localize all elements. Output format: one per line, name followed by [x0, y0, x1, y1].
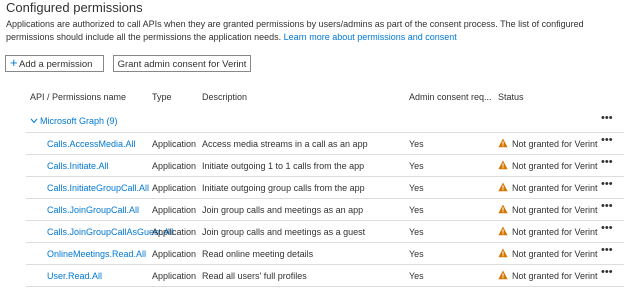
row-divider [26, 286, 624, 287]
admin-consent-required: Yes [409, 227, 424, 237]
permission-type: Application [152, 183, 197, 193]
permission-type: Application [152, 205, 197, 215]
warning-icon [498, 248, 508, 258]
more-options-icon[interactable]: ••• [601, 134, 613, 146]
table-row[interactable]: Calls.InitiateGroupCall.All Application In… [0, 177, 624, 198]
section-title: Configured permissions [6, 0, 143, 15]
status-text: Not granted for Verint [512, 183, 598, 193]
column-header-api[interactable]: API / Permissions name [30, 92, 126, 102]
warning-icon [498, 226, 508, 236]
more-options-icon[interactable]: ••• [601, 156, 613, 168]
permission-description: Access media streams in a call as an app [202, 139, 368, 149]
permission-name-link[interactable]: Calls.JoinGroupCall.All [47, 205, 139, 215]
permission-type: Application [152, 249, 197, 259]
column-header-status[interactable]: Status [498, 92, 524, 102]
table-row[interactable]: Calls.JoinGroupCall.All Application Join g… [0, 199, 624, 220]
permission-type: Application [152, 227, 197, 237]
warning-icon [498, 204, 508, 214]
permission-type: Application [152, 271, 197, 281]
permission-type: Application [152, 161, 197, 171]
table-row[interactable]: Calls.JoinGroupCallAsGuest.All Applicatio… [0, 221, 624, 242]
status-text: Not granted for Verint [512, 249, 598, 259]
plus-icon: + [10, 55, 18, 70]
chevron-down-icon [30, 116, 38, 126]
permission-name-link[interactable]: OnlineMeetings.Read.All [47, 249, 146, 259]
more-options-icon[interactable]: ••• [601, 244, 613, 256]
permission-name-link[interactable]: Calls.InitiateGroupCall.All [47, 183, 149, 193]
warning-icon [498, 160, 508, 170]
table-row[interactable]: Calls.Initiate.All Application Initiate ou… [0, 155, 624, 176]
add-permission-label: Add a permission [19, 59, 93, 70]
admin-consent-required: Yes [409, 161, 424, 171]
group-label: Microsoft Graph (9) [40, 116, 118, 126]
admin-consent-required: Yes [409, 139, 424, 149]
add-permission-button[interactable]: + Add a permission [5, 55, 104, 72]
more-options-icon[interactable]: ••• [601, 266, 613, 278]
table-row[interactable]: User.Read.All Application Read all users' … [0, 265, 624, 286]
warning-icon [498, 270, 508, 280]
more-options-icon[interactable]: ••• [601, 178, 613, 190]
permission-description: Join group calls and meetings as an app [202, 205, 364, 215]
admin-consent-required: Yes [409, 249, 424, 259]
admin-consent-required: Yes [409, 205, 424, 215]
status-text: Not granted for Verint [512, 271, 598, 281]
group-more-options-icon[interactable]: ••• [601, 112, 613, 124]
permission-name-link[interactable]: Calls.Initiate.All [47, 161, 109, 171]
permission-description: Initiate outgoing 1 to 1 calls from the … [202, 161, 365, 171]
learn-more-link[interactable]: Learn more about permissions and consent [284, 32, 457, 42]
status-text: Not granted for Verint [512, 205, 598, 215]
permission-description: Read online meeting details [202, 249, 314, 259]
column-header-type[interactable]: Type [152, 92, 172, 102]
more-options-icon[interactable]: ••• [601, 200, 613, 212]
status-text: Not granted for Verint [512, 161, 598, 171]
status-text: Not granted for Verint [512, 227, 598, 237]
permission-description: Initiate outgoing group calls from the a… [202, 183, 365, 193]
section-description: Applications are authorized to call APIs… [6, 18, 618, 44]
admin-consent-required: Yes [409, 271, 424, 281]
column-header-description[interactable]: Description [202, 92, 247, 102]
more-options-icon[interactable]: ••• [601, 222, 613, 234]
grant-admin-consent-button[interactable]: Grant admin consent for Verint [113, 55, 251, 72]
permission-type: Application [152, 139, 197, 149]
table-row[interactable]: OnlineMeetings.Read.All Application Read o… [0, 243, 624, 264]
column-header-admin-consent[interactable]: Admin consent req... [409, 92, 492, 102]
permission-name-link[interactable]: Calls.AccessMedia.All [47, 139, 136, 149]
status-text: Not granted for Verint [512, 139, 598, 149]
table-row[interactable]: Calls.AccessMedia.All Application Access m… [0, 133, 624, 154]
warning-icon [498, 138, 508, 148]
permission-description: Join group calls and meetings as a guest [202, 227, 366, 237]
permission-description: Read all users' full profiles [202, 271, 307, 281]
group-microsoft-graph[interactable]: Microsoft Graph (9) [30, 116, 118, 126]
warning-icon [498, 182, 508, 192]
permission-name-link[interactable]: User.Read.All [47, 271, 102, 281]
admin-consent-required: Yes [409, 183, 424, 193]
